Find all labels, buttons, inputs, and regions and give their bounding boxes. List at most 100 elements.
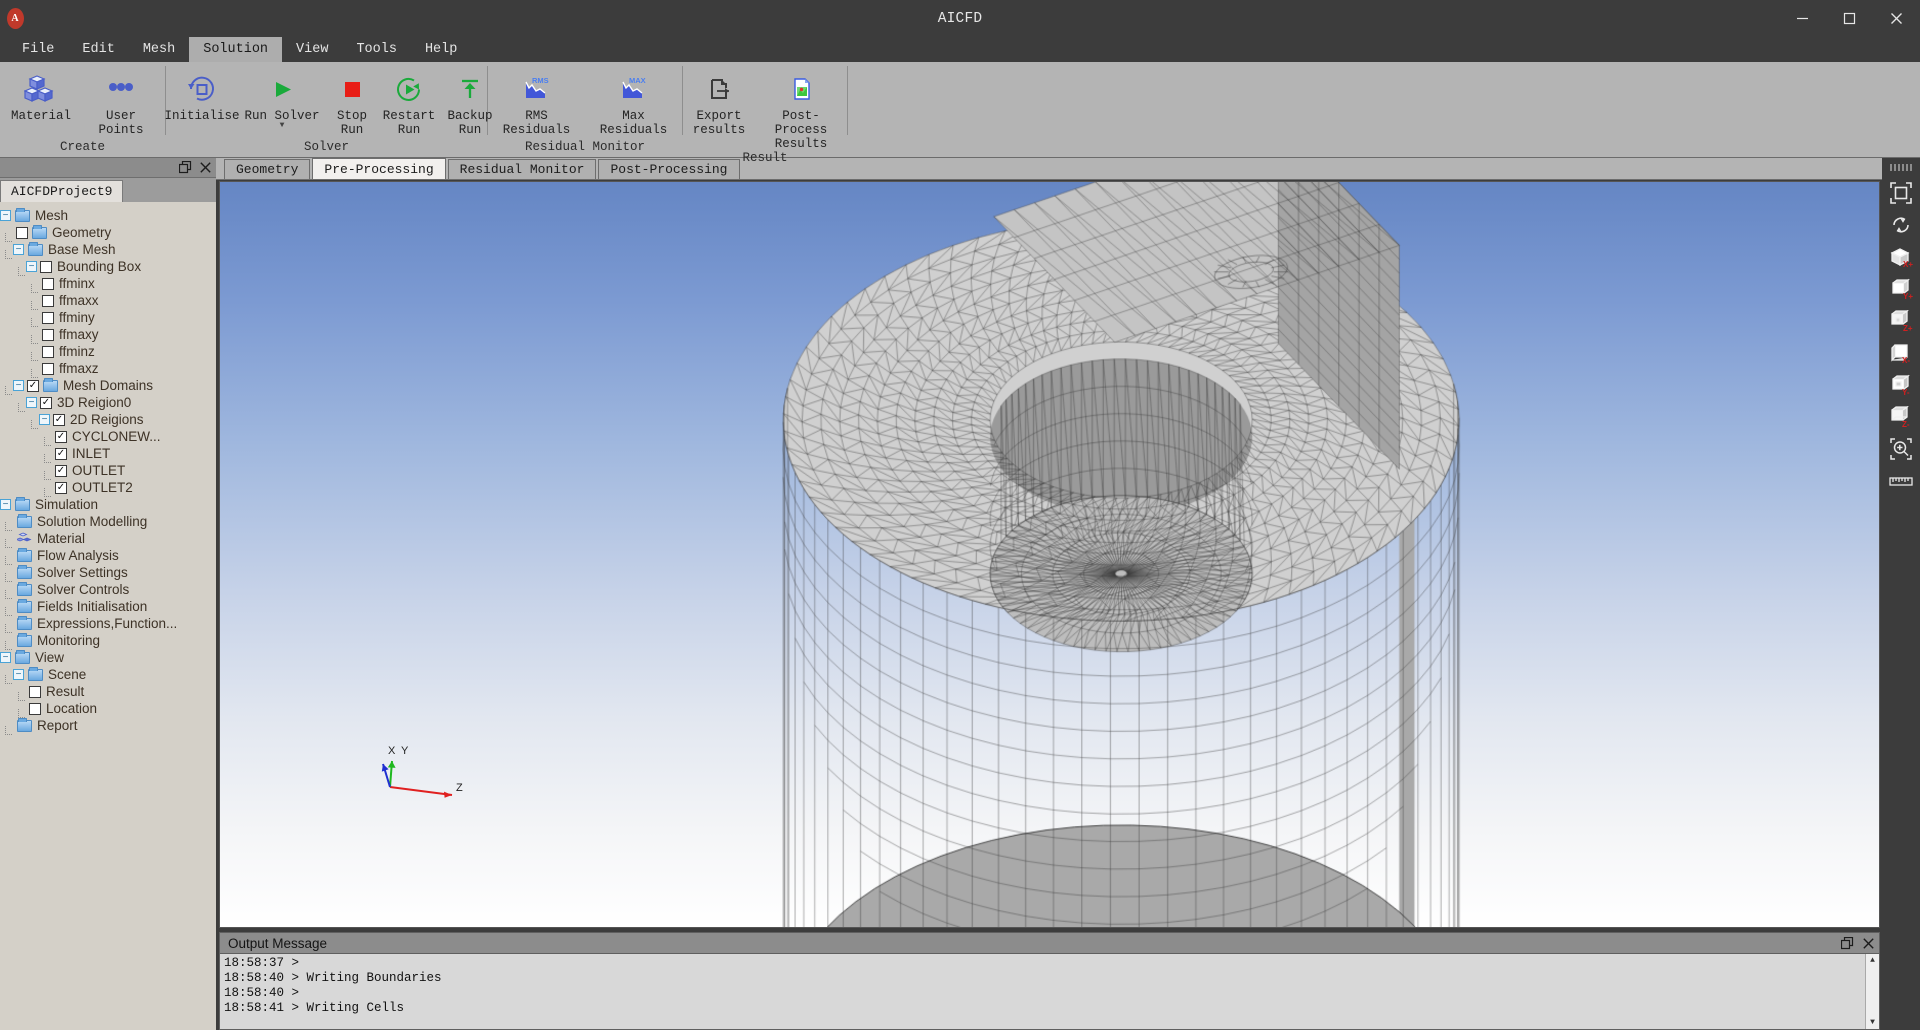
tree-item-report[interactable]: Report — [0, 717, 216, 734]
mesh-render-canvas[interactable] — [220, 182, 1879, 927]
tree-expander[interactable]: − — [13, 669, 24, 680]
tree-checkbox[interactable]: ✓ — [55, 482, 67, 494]
tree-item-ffminz[interactable]: ffminz — [0, 343, 216, 360]
tree-item-location[interactable]: Location — [0, 700, 216, 717]
tree-checkbox[interactable]: ✓ — [53, 414, 65, 426]
tree-expander[interactable]: − — [26, 261, 37, 272]
tree-expander[interactable]: − — [0, 210, 11, 221]
tree-item-solver-settings[interactable]: Solver Settings — [0, 564, 216, 581]
tree-expander[interactable]: − — [0, 652, 11, 663]
menu-mesh[interactable]: Mesh — [129, 37, 189, 62]
view-x-minus-icon[interactable]: X- — [1884, 337, 1918, 369]
tree-item-base-mesh[interactable]: −Base Mesh — [0, 241, 216, 258]
fit-view-icon[interactable] — [1884, 177, 1918, 209]
tree-item-fields-initialisation[interactable]: Fields Initialisation — [0, 598, 216, 615]
tree-checkbox[interactable]: ✓ — [40, 397, 52, 409]
project-tab[interactable]: AICFDProject9 — [0, 180, 123, 202]
initialise-button[interactable]: Initialise — [166, 70, 238, 123]
tree-item-ffmaxx[interactable]: ffmaxx — [0, 292, 216, 309]
tree-item-outlet[interactable]: ✓OUTLET — [0, 462, 216, 479]
tree-checkbox[interactable] — [40, 261, 52, 273]
post-process-results-button[interactable]: Post-Process Results — [755, 70, 847, 151]
tree-checkbox[interactable] — [42, 363, 54, 375]
view-z-minus-icon[interactable]: Z- — [1884, 401, 1918, 433]
tab-residual-monitor[interactable]: Residual Monitor — [448, 159, 597, 179]
tree-checkbox[interactable] — [29, 703, 41, 715]
tree-expander[interactable]: − — [13, 244, 24, 255]
tree-checkbox[interactable] — [42, 329, 54, 341]
rms-residuals-button[interactable]: RMS RMS Residuals — [488, 70, 585, 137]
tree-item-ffminx[interactable]: ffminx — [0, 275, 216, 292]
tree-item-flow-analysis[interactable]: Flow Analysis — [0, 547, 216, 564]
tree-item-solution-modelling[interactable]: Solution Modelling — [0, 513, 216, 530]
menu-solution[interactable]: Solution — [189, 37, 282, 62]
tree-checkbox[interactable]: ✓ — [55, 448, 67, 460]
tab-geometry[interactable]: Geometry — [224, 159, 310, 179]
zoom-box-icon[interactable] — [1884, 433, 1918, 465]
tree-item-result[interactable]: Result — [0, 683, 216, 700]
tree-expander[interactable]: − — [13, 380, 24, 391]
tree-item-bounding-box[interactable]: −Bounding Box — [0, 258, 216, 275]
tree-item-simulation[interactable]: −Simulation — [0, 496, 216, 513]
tree-item-cyclonew[interactable]: ✓CYCLONEW... — [0, 428, 216, 445]
restart-run-button[interactable]: Restart Run — [378, 70, 440, 137]
tree-item-scene[interactable]: −Scene — [0, 666, 216, 683]
rotate-view-icon[interactable] — [1884, 209, 1918, 241]
tree-item-expressions-function[interactable]: Expressions,Function... — [0, 615, 216, 632]
tree-checkbox[interactable] — [16, 227, 28, 239]
user-points-button[interactable]: User Points — [82, 70, 160, 137]
menu-tools[interactable]: Tools — [342, 37, 411, 62]
dock-close-icon[interactable] — [198, 161, 212, 175]
menu-edit[interactable]: Edit — [68, 37, 128, 62]
tree-checkbox[interactable]: ✓ — [27, 380, 39, 392]
project-tree[interactable]: −MeshGeometry−Base Mesh−Bounding Boxffmi… — [0, 202, 216, 1030]
3d-viewport[interactable]: Z Y X — [219, 181, 1880, 928]
tree-checkbox[interactable] — [29, 686, 41, 698]
tree-checkbox[interactable]: ✓ — [55, 431, 67, 443]
run-solver-button[interactable]: Run Solver ▼ — [238, 70, 326, 129]
view-y-minus-icon[interactable]: Y- — [1884, 369, 1918, 401]
tree-checkbox[interactable]: ✓ — [55, 465, 67, 477]
tree-item-ffminy[interactable]: ffminy — [0, 309, 216, 326]
max-residuals-button[interactable]: MAX Max Residuals — [585, 70, 682, 137]
tree-item-solver-controls[interactable]: Solver Controls — [0, 581, 216, 598]
output-float-restore-icon[interactable] — [1840, 936, 1854, 950]
view-y-plus-icon[interactable]: Y+ — [1884, 273, 1918, 305]
tree-expander[interactable]: − — [26, 397, 37, 408]
tree-item-ffmaxy[interactable]: ffmaxy — [0, 326, 216, 343]
ruler-measure-icon[interactable] — [1884, 465, 1918, 497]
tree-item-mesh-domains[interactable]: −✓Mesh Domains — [0, 377, 216, 394]
output-close-icon[interactable] — [1861, 936, 1875, 950]
tree-checkbox[interactable] — [42, 295, 54, 307]
menu-view[interactable]: View — [282, 37, 342, 62]
tree-item-monitoring[interactable]: Monitoring — [0, 632, 216, 649]
tree-item-material[interactable]: Material — [0, 530, 216, 547]
float-restore-icon[interactable] — [178, 161, 192, 175]
scroll-down-arrow[interactable]: ▼ — [1870, 1016, 1875, 1029]
tree-item-geometry[interactable]: Geometry — [0, 224, 216, 241]
tree-checkbox[interactable] — [42, 312, 54, 324]
export-results-button[interactable]: Export results — [683, 70, 755, 137]
output-scrollbar[interactable]: ▲ ▼ — [1865, 954, 1879, 1029]
tree-item-outlet2[interactable]: ✓OUTLET2 — [0, 479, 216, 496]
tree-item-inlet[interactable]: ✓INLET — [0, 445, 216, 462]
tree-item-2d-reigions[interactable]: −✓2D Reigions — [0, 411, 216, 428]
stop-run-button[interactable]: Stop Run — [326, 70, 378, 137]
output-log[interactable]: 18:58:37 > 18:58:40 > Writing Boundaries… — [219, 954, 1880, 1030]
material-button[interactable]: Material — [0, 70, 82, 123]
tree-checkbox[interactable] — [42, 278, 54, 290]
tree-item-view[interactable]: −View — [0, 649, 216, 666]
tree-expander[interactable]: − — [0, 499, 11, 510]
tab-pre-processing[interactable]: Pre-Processing — [312, 158, 445, 179]
toolbar-drag-grip[interactable] — [1890, 164, 1912, 171]
tree-checkbox[interactable] — [42, 346, 54, 358]
run-solver-dropdown-caret[interactable]: ▼ — [280, 123, 285, 129]
scroll-up-arrow[interactable]: ▲ — [1870, 954, 1875, 967]
tree-item-3d-reigion0[interactable]: −✓3D Reigion0 — [0, 394, 216, 411]
view-x-plus-icon[interactable]: X+ — [1884, 241, 1918, 273]
view-z-plus-icon[interactable]: Z+ — [1884, 305, 1918, 337]
tree-expander[interactable]: − — [39, 414, 50, 425]
menu-file[interactable]: File — [8, 37, 68, 62]
menu-help[interactable]: Help — [411, 37, 471, 62]
tree-item-ffmaxz[interactable]: ffmaxz — [0, 360, 216, 377]
